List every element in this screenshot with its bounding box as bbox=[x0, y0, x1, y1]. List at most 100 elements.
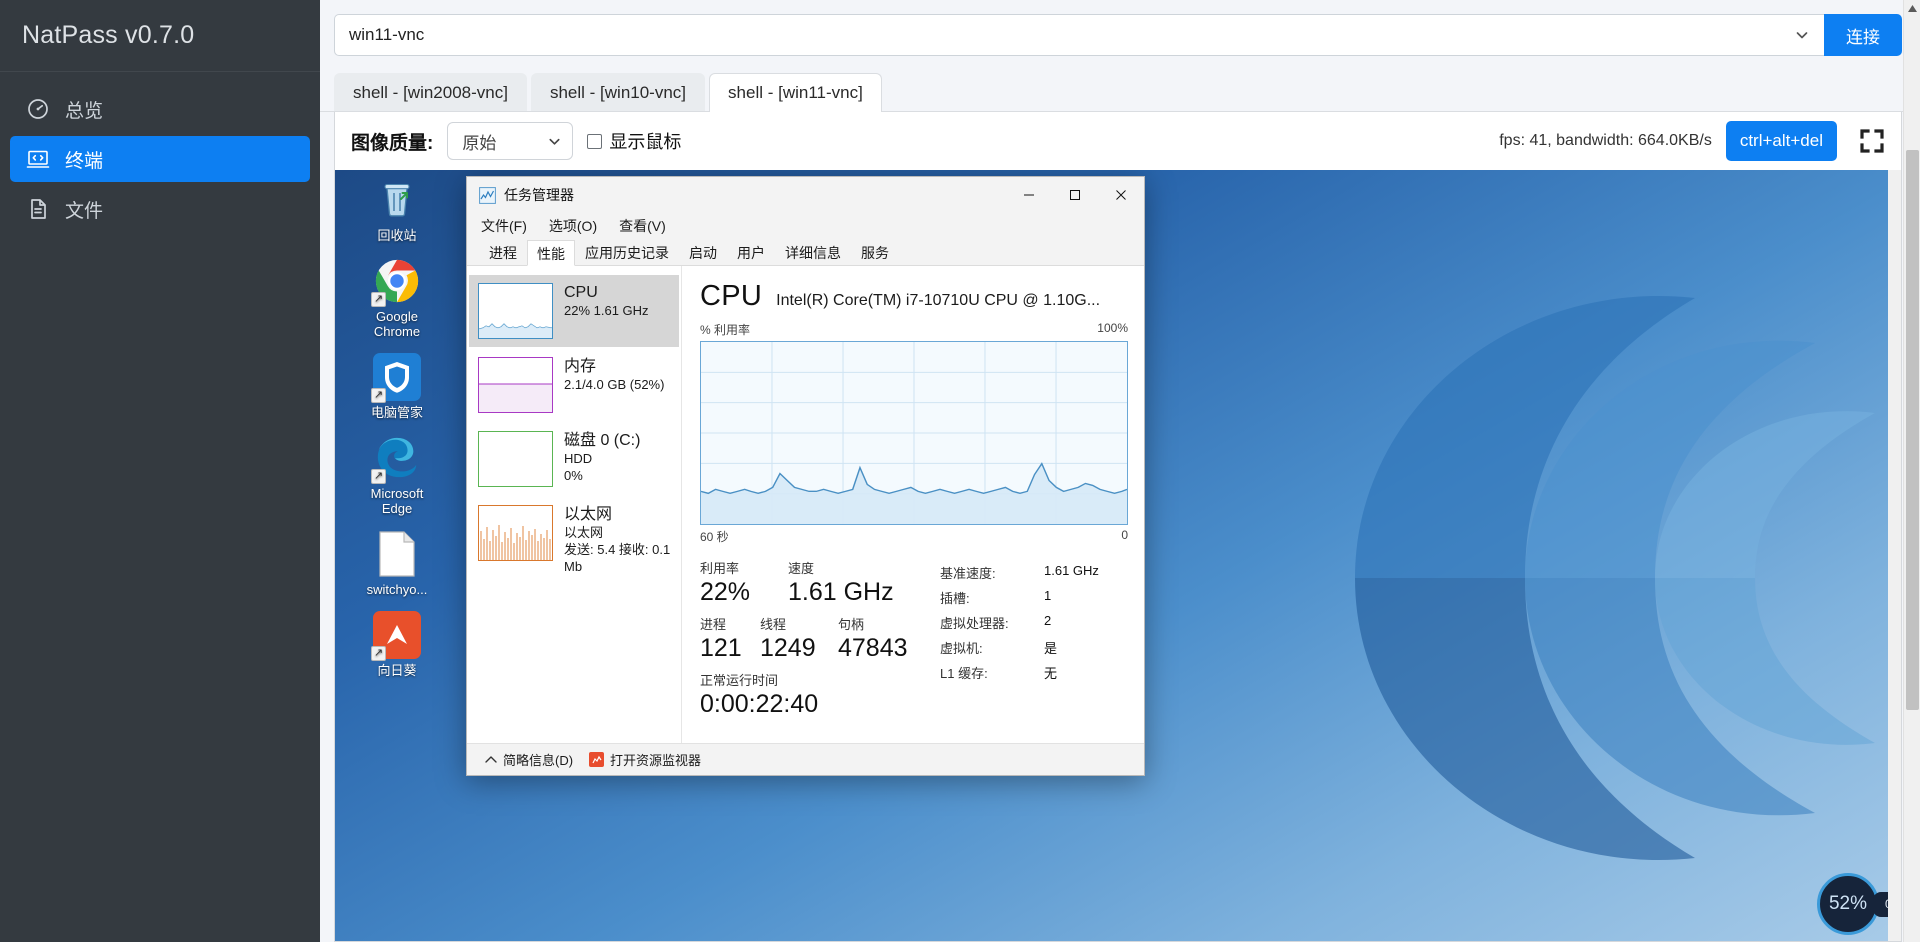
stat-key: 句柄 bbox=[838, 617, 865, 632]
cpu-stats-left: 利用率 22% 速度 1.61 GHz 进程 121 线程 1249 句柄 47… bbox=[700, 561, 928, 729]
stat-uptime: 正常运行时间 0:00:22:40 bbox=[700, 673, 818, 719]
shortcut-overlay-icon: ↗ bbox=[371, 388, 386, 403]
chrome-icon: ↗ bbox=[371, 257, 421, 307]
task-manager-titlebar[interactable]: 任务管理器 bbox=[467, 177, 1144, 213]
spec-value: 无 bbox=[1044, 666, 1058, 681]
widget-cpu-gauge: 52% bbox=[1816, 873, 1879, 935]
menu-file[interactable]: 文件(F) bbox=[481, 216, 527, 236]
resource-sub-2: 0% bbox=[564, 468, 583, 483]
resource-list: CPU 22% 1.61 GHz 内存 2.1/4.0 GB (52%) 磁盘 … bbox=[467, 266, 682, 743]
spec-value: 2 bbox=[1044, 613, 1052, 628]
scrollbar-thumb[interactable] bbox=[1906, 150, 1919, 710]
resource-item-disk[interactable]: 磁盘 0 (C:) HDD 0% bbox=[469, 423, 679, 495]
ctrl-alt-del-button[interactable]: ctrl+alt+del bbox=[1725, 121, 1837, 161]
stats-row-1: 利用率 22% 速度 1.61 GHz bbox=[700, 561, 928, 607]
scroll-up-arrow-icon[interactable] bbox=[1904, 0, 1920, 17]
graph-xmin: 0 bbox=[1121, 528, 1128, 542]
spec-value: 1.61 GHz bbox=[1044, 563, 1099, 578]
desktop-icon-label: 回收站 bbox=[377, 228, 417, 243]
resource-item-memory[interactable]: 内存 2.1/4.0 GB (52%) bbox=[469, 349, 679, 421]
resource-name: 内存 bbox=[564, 358, 597, 375]
show-mouse-label: 显示鼠标 bbox=[609, 132, 682, 152]
stat-value: 47843 bbox=[838, 634, 908, 662]
stats-row-2: 进程 121 线程 1249 句柄 47843 bbox=[700, 617, 928, 663]
cpu-heading: CPU bbox=[700, 280, 763, 312]
tm-tab-details[interactable]: 详细信息 bbox=[775, 240, 851, 265]
checkbox-box[interactable] bbox=[587, 133, 603, 149]
show-mouse-checkbox[interactable]: 显示鼠标 bbox=[587, 128, 681, 154]
menu-options[interactable]: 选项(O) bbox=[549, 216, 597, 236]
close-button[interactable] bbox=[1098, 177, 1144, 213]
vnc-panel: 图像质量: 原始 显示鼠标 fps: 41, bandwidth: 664.0K… bbox=[334, 112, 1902, 942]
desktop-icon-recycle-bin[interactable]: 回收站 bbox=[349, 176, 445, 243]
gauge-icon bbox=[26, 97, 50, 121]
tab-win11-vnc[interactable]: shell - [win11-vnc] bbox=[709, 73, 882, 112]
stat-value: 1249 bbox=[760, 634, 816, 662]
target-select[interactable]: win11-vnc bbox=[334, 14, 1824, 56]
resource-monitor-button[interactable]: 打开资源监视器 bbox=[589, 750, 701, 769]
brief-info-label: 简略信息(D) bbox=[503, 753, 574, 768]
wallpaper-decoration bbox=[1055, 170, 1901, 941]
graph-ymax: 100% bbox=[1097, 321, 1128, 335]
page-scrollbar[interactable] bbox=[1903, 0, 1920, 942]
sidebar-nav: 总览 终端 文件 bbox=[0, 72, 320, 236]
tm-tab-app-history[interactable]: 应用历史记录 bbox=[575, 240, 679, 265]
desktop-icons: 回收站 ↗ Google Chrome ↗ 电脑管家 ↗ Microsoft E… bbox=[349, 176, 445, 692]
cpu-model-name: Intel(R) Core(TM) i7-10710U CPU @ 1.10G.… bbox=[776, 292, 1101, 309]
task-manager-window[interactable]: 任务管理器 文件(F) 选项(O) 查看(V) 进程 性能 应用历史记录 启动 … bbox=[466, 176, 1145, 776]
fullscreen-icon[interactable] bbox=[1851, 121, 1893, 161]
tm-tab-processes[interactable]: 进程 bbox=[479, 240, 527, 265]
sidebar-item-overview[interactable]: 总览 bbox=[10, 86, 310, 132]
sidebar-item-label: 总览 bbox=[65, 100, 104, 122]
desktop-icon-switchyo[interactable]: switchyo... bbox=[349, 530, 445, 597]
quality-label: 图像质量: bbox=[351, 132, 434, 154]
vnc-toolbar: 图像质量: 原始 显示鼠标 fps: 41, bandwidth: 664.0K… bbox=[335, 112, 1901, 170]
task-manager-tabs: 进程 性能 应用历史记录 启动 用户 详细信息 服务 bbox=[467, 239, 1144, 266]
stat-threads: 线程 1249 bbox=[760, 617, 838, 663]
sidebar-item-label: 文件 bbox=[65, 200, 104, 222]
spec-key: L1 缓存: bbox=[940, 666, 988, 681]
connect-button[interactable]: 连接 bbox=[1824, 14, 1902, 56]
tm-tab-users[interactable]: 用户 bbox=[727, 240, 775, 265]
stat-handles: 句柄 47843 bbox=[838, 617, 908, 663]
remote-desktop-screen[interactable]: 回收站 ↗ Google Chrome ↗ 电脑管家 ↗ Microsoft E… bbox=[335, 170, 1901, 941]
minimize-button[interactable] bbox=[1006, 177, 1052, 213]
terminal-icon bbox=[26, 147, 50, 171]
desktop-icon-microsoft-edge[interactable]: ↗ Microsoft Edge bbox=[349, 434, 445, 516]
shortcut-overlay-icon: ↗ bbox=[371, 292, 386, 307]
vnc-inner-scrollbar[interactable] bbox=[1888, 170, 1901, 941]
desktop-icon-sunflower[interactable]: ↗ 向日葵 bbox=[349, 611, 445, 678]
tab-win10-vnc[interactable]: shell - [win10-vnc] bbox=[530, 73, 706, 111]
resource-sub: 22% 1.61 GHz bbox=[564, 303, 649, 318]
pc-manager-icon: ↗ bbox=[371, 353, 421, 403]
cpu-detail-panel: CPU Intel(R) Core(TM) i7-10710U CPU @ 1.… bbox=[682, 266, 1144, 743]
spec-l1-cache: L1 缓存: 无 bbox=[940, 663, 1128, 682]
brief-info-button[interactable]: 简略信息(D) bbox=[485, 750, 573, 769]
spec-key: 虚拟处理器: bbox=[940, 616, 1009, 631]
tab-win2008-vnc[interactable]: shell - [win2008-vnc] bbox=[334, 73, 527, 111]
cpu-specs: 基准速度: 1.61 GHz 插槽: 1 虚拟处理器: 2 虚拟机: 是 L1 … bbox=[928, 561, 1128, 729]
disk-thumbnail-graph bbox=[478, 431, 553, 487]
tm-tab-services[interactable]: 服务 bbox=[851, 240, 899, 265]
text-file-icon bbox=[373, 530, 421, 578]
sidebar-item-files[interactable]: 文件 bbox=[10, 186, 310, 232]
shortcut-overlay-icon: ↗ bbox=[371, 469, 386, 484]
resource-item-cpu[interactable]: CPU 22% 1.61 GHz bbox=[469, 275, 679, 347]
fps-bandwidth-status: fps: 41, bandwidth: 664.0KB/s bbox=[1499, 132, 1712, 149]
resource-name: 磁盘 0 (C:) bbox=[564, 432, 641, 449]
graph-axis-top: % 利用率 100% bbox=[700, 321, 1128, 338]
sidebar-item-terminal[interactable]: 终端 bbox=[10, 136, 310, 182]
quality-select[interactable]: 原始 bbox=[447, 122, 574, 160]
stat-value: 1.61 GHz bbox=[788, 578, 894, 606]
stat-value: 0:00:22:40 bbox=[700, 690, 819, 718]
tm-tab-performance[interactable]: 性能 bbox=[527, 240, 575, 266]
tm-tab-startup[interactable]: 启动 bbox=[679, 240, 727, 265]
desktop-icon-google-chrome[interactable]: ↗ Google Chrome bbox=[349, 257, 445, 339]
resource-item-ethernet[interactable]: 以太网 以太网 发送: 5.4 接收: 0.1 Mb bbox=[469, 497, 679, 583]
maximize-button[interactable] bbox=[1052, 177, 1098, 213]
connection-bar: win11-vnc 连接 bbox=[320, 0, 1920, 68]
memory-thumbnail-graph bbox=[478, 357, 553, 413]
graph-axis-bottom: 60 秒 0 bbox=[700, 528, 1128, 545]
menu-view[interactable]: 查看(V) bbox=[619, 216, 666, 236]
desktop-icon-pc-manager[interactable]: ↗ 电脑管家 bbox=[349, 353, 445, 420]
